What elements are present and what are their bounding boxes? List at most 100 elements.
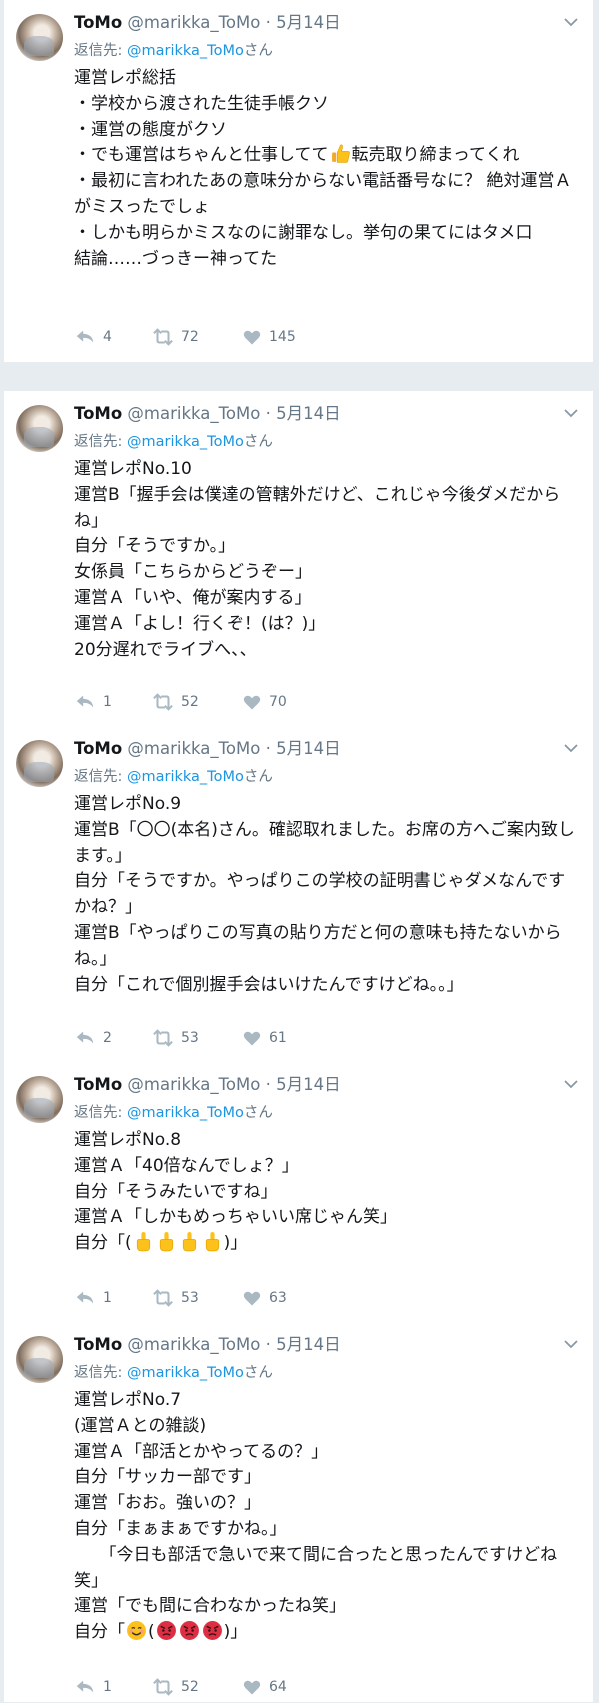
avatar[interactable] [16,740,63,787]
reply-to-suffix: さん [243,434,273,450]
reply-mention-link[interactable]: @marikka_ToMo [127,1365,244,1381]
tweet-line: 運営レポ総括 [74,68,176,88]
tweet-line: 運営Ａ「しかもめっちゃいい席じゃん笑」 [74,1207,397,1228]
reply-to-label: 返信先: [74,434,127,450]
reply-icon [74,1287,96,1309]
display-name[interactable]: ToMo [74,1075,122,1094]
tweet-line: ・運営の態度がクソ [74,119,227,140]
tweet-text: 運営レポNo.7 (運営Ａとの雑談) 運営Ａ「部活とかやってるの？」 自分「サッ… [74,1388,579,1646]
reply-button[interactable]: 1 [74,1676,112,1698]
thumbs-up-emoji [330,143,351,164]
tweet-text: 運営レポ総括 ・学校から渡された生徒手帳クソ ・運営の態度がクソ ・でも運営はち… [74,66,579,272]
reply-mention-link[interactable]: @marikka_ToMo [127,43,244,59]
tweet-line: 自分「そうですか。」 [74,536,236,557]
timestamp[interactable]: 5月14日 [276,739,341,758]
avatar[interactable] [16,1076,63,1123]
avatar[interactable] [16,405,63,452]
timestamp[interactable]: 5月14日 [276,404,341,423]
user-handle[interactable]: @marikka_ToMo [127,13,260,32]
avatar[interactable] [16,1336,63,1383]
tweet[interactable]: ToMo @marikka_ToMo · 5月14日 返信先: @marikka… [4,1322,593,1703]
reply-icon [74,1676,96,1698]
reply-count: 1 [103,1290,112,1306]
separator-dot: · [265,739,271,758]
retweet-count: 52 [181,1679,199,1695]
tweet[interactable]: ToMo @marikka_ToMo · 5月14日 返信先: @marikka… [4,0,593,363]
retweet-count: 53 [181,1030,199,1046]
tweet-line: 自分「まぁまぁですかね。」 [74,1518,287,1539]
middle-finger-emoji [179,1231,200,1252]
tweet[interactable]: ToMo @marikka_ToMo · 5月14日 返信先: @marikka… [4,1062,593,1324]
display-name[interactable]: ToMo [74,739,122,758]
reply-button[interactable]: 4 [74,326,112,348]
tweet-line: (運営Ａとの雑談) [74,1415,207,1436]
tweet[interactable]: ToMo @marikka_ToMo · 5月14日 返信先: @marikka… [4,726,593,1064]
retweet-button[interactable]: 52 [152,1676,199,1698]
tweet-line: ( [148,1622,155,1643]
reply-icon [74,326,96,348]
reply-to-suffix: さん [243,1105,273,1121]
tweet-line: 「今日も部活で急いで来て間に合ったと思ったんですけどね笑」 [74,1544,558,1591]
tweet-line: 運営レポNo.7 [74,1390,182,1410]
separator-dot: · [265,1335,271,1354]
tweet-line: 自分「そうみたいですね」 [74,1181,278,1202]
tweet-line: 運営Ａ「40倍なんでしょ？」 [74,1155,299,1176]
chevron-down-icon[interactable] [563,1076,579,1092]
tweet-header: ToMo @marikka_ToMo · 5月14日 [74,1074,341,1096]
heart-icon [242,1288,262,1308]
chevron-down-icon[interactable] [563,1336,579,1352]
display-name[interactable]: ToMo [74,1335,122,1354]
tweet-text: 運営レポNo.9 運営B「〇〇(本名)さん。確認取れました。お席の方へご案内致し… [74,792,579,998]
tweet-text: 運営レポNo.8 運営Ａ「40倍なんでしょ？」 自分「そうみたいですね」 運営Ａ… [74,1128,579,1257]
reply-mention-link[interactable]: @marikka_ToMo [127,434,244,450]
user-handle[interactable]: @marikka_ToMo [127,739,260,758]
separator-dot: · [265,1075,271,1094]
tweet-line: 運営「でも間に合わなかったね笑」 [74,1596,346,1617]
retweet-button[interactable]: 53 [152,1027,199,1049]
retweet-count: 53 [181,1290,199,1306]
middle-finger-emoji [202,1231,223,1252]
reply-context: 返信先: @marikka_ToMoさん [74,1363,273,1383]
like-button[interactable]: 61 [242,1027,287,1049]
tweet-line: 20分遅れでライブへ、、 [74,639,257,660]
display-name[interactable]: ToMo [74,404,122,423]
tweet-line: 運営「おお。強いの？」 [74,1493,261,1514]
avatar[interactable] [16,14,63,61]
timestamp[interactable]: 5月14日 [276,1335,341,1354]
chevron-down-icon[interactable] [563,14,579,30]
chevron-down-icon[interactable] [563,405,579,421]
reply-button[interactable]: 1 [74,1287,112,1309]
tweet[interactable]: ToMo @marikka_ToMo · 5月14日 返信先: @marikka… [4,391,593,728]
chevron-down-icon[interactable] [563,740,579,756]
retweet-button[interactable]: 72 [152,326,199,348]
reply-to-label: 返信先: [74,1105,127,1121]
timestamp[interactable]: 5月14日 [276,13,341,32]
retweet-icon [152,1287,174,1309]
like-button[interactable]: 63 [242,1287,287,1309]
display-name[interactable]: ToMo [74,13,122,32]
user-handle[interactable]: @marikka_ToMo [127,1075,260,1094]
like-button[interactable]: 70 [242,691,287,713]
reply-button[interactable]: 2 [74,1027,112,1049]
reply-count: 1 [103,1679,112,1695]
smiling-face-emoji [126,1620,147,1641]
retweet-button[interactable]: 53 [152,1287,199,1309]
retweet-button[interactable]: 52 [152,691,199,713]
like-count: 63 [269,1290,287,1306]
like-button[interactable]: 145 [242,326,296,348]
timestamp[interactable]: 5月14日 [276,1075,341,1094]
angry-face-emoji [202,1620,223,1641]
reply-mention-link[interactable]: @marikka_ToMo [127,769,244,785]
reply-button[interactable]: 1 [74,691,112,713]
user-handle[interactable]: @marikka_ToMo [127,1335,260,1354]
heart-icon [242,1028,262,1048]
like-button[interactable]: 64 [242,1676,287,1698]
user-handle[interactable]: @marikka_ToMo [127,404,260,423]
reply-mention-link[interactable]: @marikka_ToMo [127,1105,244,1121]
reply-icon [74,1027,96,1049]
like-count: 70 [269,694,287,710]
reply-to-label: 返信先: [74,1365,127,1381]
separator-dot: · [265,13,271,32]
reply-to-label: 返信先: [74,769,127,785]
tweet-line: 自分「そうですか。やっぱりこの学校の証明書じゃダメなんですかね？」 [74,871,566,918]
